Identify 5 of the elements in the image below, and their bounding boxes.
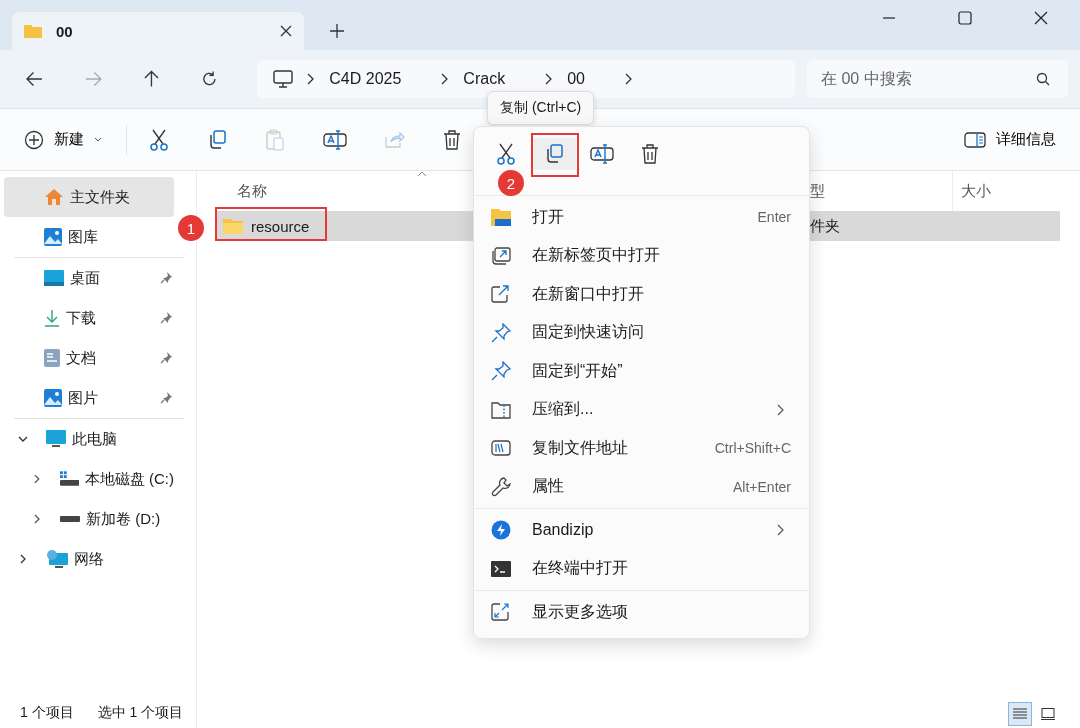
- table-cell-text: 件夹: [810, 216, 841, 236]
- tooltip: 复制 (Ctrl+C): [487, 91, 595, 125]
- selection-count: 选中 1 个项目: [97, 704, 184, 722]
- file-name: resource: [251, 217, 310, 235]
- item-count: 1 个项目: [20, 704, 74, 722]
